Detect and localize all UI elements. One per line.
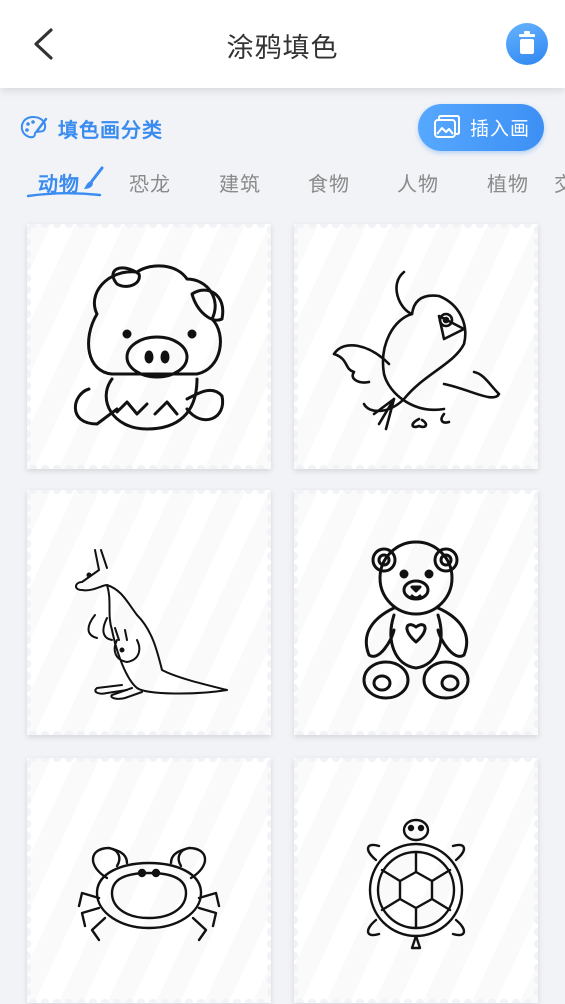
coloring-card[interactable] xyxy=(27,224,271,469)
trash-icon xyxy=(519,31,535,54)
tab-dinosaurs[interactable]: 恐龙 xyxy=(129,168,171,197)
category-tabs: 动物 恐龙 建筑 食物 人物 植物 交 xyxy=(0,162,565,202)
tab-food[interactable]: 食物 xyxy=(308,168,350,197)
tab-transport[interactable]: 交 xyxy=(554,168,565,197)
page-title: 涂鸦填色 xyxy=(226,33,339,64)
kangaroo-drawing-icon xyxy=(75,549,228,700)
turtle-drawing-icon xyxy=(366,818,466,950)
coloring-card[interactable] xyxy=(27,758,271,1003)
coloring-card[interactable] xyxy=(294,490,538,735)
insert-picture-label: 插入画 xyxy=(469,118,530,140)
coloring-card[interactable] xyxy=(294,758,538,1003)
trash-button[interactable] xyxy=(506,23,548,65)
top-bar: 涂鸦填色 xyxy=(0,0,565,88)
category-title: 填色画分类 xyxy=(58,117,163,142)
active-tab-indicator xyxy=(26,192,102,198)
pig-drawing-icon xyxy=(73,264,225,431)
image-icon xyxy=(433,114,460,138)
palette-icon xyxy=(20,115,48,139)
coloring-card[interactable] xyxy=(27,490,271,735)
insert-picture-button[interactable]: 插入画 xyxy=(418,104,544,151)
category-header: 填色画分类 xyxy=(20,112,163,144)
brush-icon xyxy=(84,166,104,189)
tab-people[interactable]: 人物 xyxy=(397,168,439,197)
crab-drawing-icon xyxy=(77,846,221,942)
bird-drawing-icon xyxy=(332,270,501,431)
tab-plants[interactable]: 植物 xyxy=(487,168,529,197)
teddy-bear-drawing-icon xyxy=(362,540,470,700)
coloring-card[interactable] xyxy=(294,224,538,469)
tab-buildings[interactable]: 建筑 xyxy=(219,168,261,197)
